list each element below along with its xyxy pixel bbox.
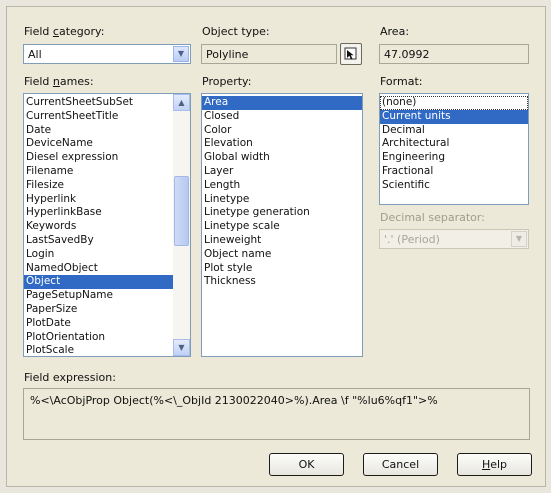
format-label: Format: [380,75,423,88]
list-item[interactable]: CurrentSheetTitle [24,110,190,124]
list-item[interactable]: DeviceName [24,137,190,151]
list-item[interactable]: Lineweight [202,234,362,248]
insert-field-dialog: Field category: All ▼ Object type: Polyl… [6,6,546,487]
select-object-icon [344,47,357,60]
list-item[interactable]: (none) [380,96,528,110]
list-item[interactable]: Scientific [380,179,528,193]
list-item[interactable]: HyperlinkBase [24,206,190,220]
list-item[interactable]: Login [24,248,190,262]
field-expression-box: %<\AcObjProp Object(%<\_ObjId 2130022040… [23,388,530,440]
list-item[interactable]: PlotDate [24,317,190,331]
decimal-separator-combobox: '.' (Period) ▼ [379,229,529,249]
list-item[interactable]: Area [202,96,362,110]
list-item[interactable]: Keywords [24,220,190,234]
list-item[interactable]: Length [202,179,362,193]
list-item[interactable]: Engineering [380,151,528,165]
list-item[interactable]: Fractional [380,165,528,179]
list-item[interactable]: NamedObject [24,262,190,276]
object-type-label: Object type: [202,25,270,38]
area-value: 47.0992 [384,48,430,61]
field-category-label: Field category: [24,25,105,38]
area-field: 47.0992 [379,44,529,64]
field-names-scrollbar[interactable]: ▲ ▼ [173,94,190,356]
list-item[interactable]: Plot style [202,262,362,276]
field-expression-value: %<\AcObjProp Object(%<\_ObjId 2130022040… [30,394,438,407]
list-item[interactable]: Object [24,275,190,290]
list-item[interactable]: Layer [202,165,362,179]
list-item[interactable]: PlotScale [24,344,190,356]
list-item[interactable]: Date [24,124,190,138]
list-item[interactable]: PaperSize [24,303,190,317]
scrollbar-thumb[interactable] [174,176,189,246]
list-item[interactable]: Thickness [202,275,362,289]
format-listbox[interactable]: (none) Current units Decimal Architectural E… [379,93,529,205]
list-item[interactable]: Linetype [202,193,362,207]
list-item[interactable]: Decimal [380,124,528,138]
list-item[interactable]: PlotOrientation [24,331,190,345]
field-names-label: Field names: [24,75,94,88]
list-item[interactable]: LastSavedBy [24,234,190,248]
help-button[interactable]: Help [457,453,532,476]
field-category-combobox[interactable]: All ▼ [23,44,191,64]
decimal-separator-label: Decimal separator: [380,211,485,224]
scroll-down-icon[interactable]: ▼ [173,339,190,356]
ok-button[interactable]: OK [269,453,344,476]
scroll-up-icon[interactable]: ▲ [173,94,190,111]
list-item[interactable]: Filesize [24,179,190,193]
list-item[interactable]: Linetype generation [202,206,362,220]
select-object-button[interactable] [340,43,362,65]
chevron-down-icon: ▼ [511,231,527,247]
list-item[interactable]: Filename [24,165,190,179]
field-category-value: All [28,48,42,61]
cancel-button[interactable]: Cancel [363,453,438,476]
list-item[interactable]: PageSetupName [24,289,190,303]
list-item[interactable]: Closed [202,110,362,124]
chevron-down-icon[interactable]: ▼ [173,46,189,62]
list-item[interactable]: CurrentSheetSubSet [24,96,190,110]
list-item[interactable]: Architectural [380,137,528,151]
list-item[interactable]: Object name [202,248,362,262]
area-label: Area: [380,25,410,38]
decimal-separator-value: '.' (Period) [384,233,440,246]
property-label: Property: [202,75,252,88]
list-item[interactable]: Linetype scale [202,220,362,234]
list-item[interactable]: Current units [380,109,528,124]
property-listbox[interactable]: Area Closed Color Elevation Global width Laye… [201,93,363,357]
field-expression-label: Field expression: [24,371,116,384]
list-item[interactable]: Color [202,124,362,138]
list-item[interactable]: Elevation [202,137,362,151]
list-item[interactable]: Global width [202,151,362,165]
object-type-field: Polyline [201,44,337,64]
field-names-listbox[interactable]: CurrentSheetSubSet CurrentSheetTitle Date D… [23,93,191,357]
list-item[interactable]: Diesel expression [24,151,190,165]
object-type-value: Polyline [206,48,249,61]
list-item[interactable]: Hyperlink [24,193,190,207]
